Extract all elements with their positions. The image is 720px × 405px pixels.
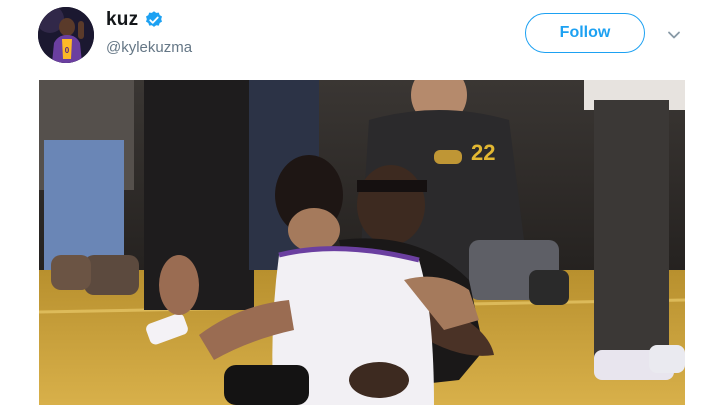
tweet-header: 0 kuz @kylekuzma Follow: [0, 0, 720, 80]
author-name-row: kuz: [106, 8, 164, 32]
player-avatar-icon: 0: [38, 7, 94, 63]
author-handle[interactable]: @kylekuzma: [106, 39, 192, 56]
scene-jersey-number: 22: [471, 140, 495, 165]
verified-badge-icon: [146, 11, 163, 27]
avatar[interactable]: 0: [38, 7, 94, 63]
follow-button[interactable]: Follow: [525, 13, 645, 53]
chevron-down-icon[interactable]: [666, 27, 682, 43]
media-image: 22: [39, 80, 685, 405]
display-name[interactable]: kuz: [106, 9, 138, 31]
tweet-media[interactable]: 22: [39, 80, 685, 405]
svg-text:0: 0: [65, 46, 70, 55]
